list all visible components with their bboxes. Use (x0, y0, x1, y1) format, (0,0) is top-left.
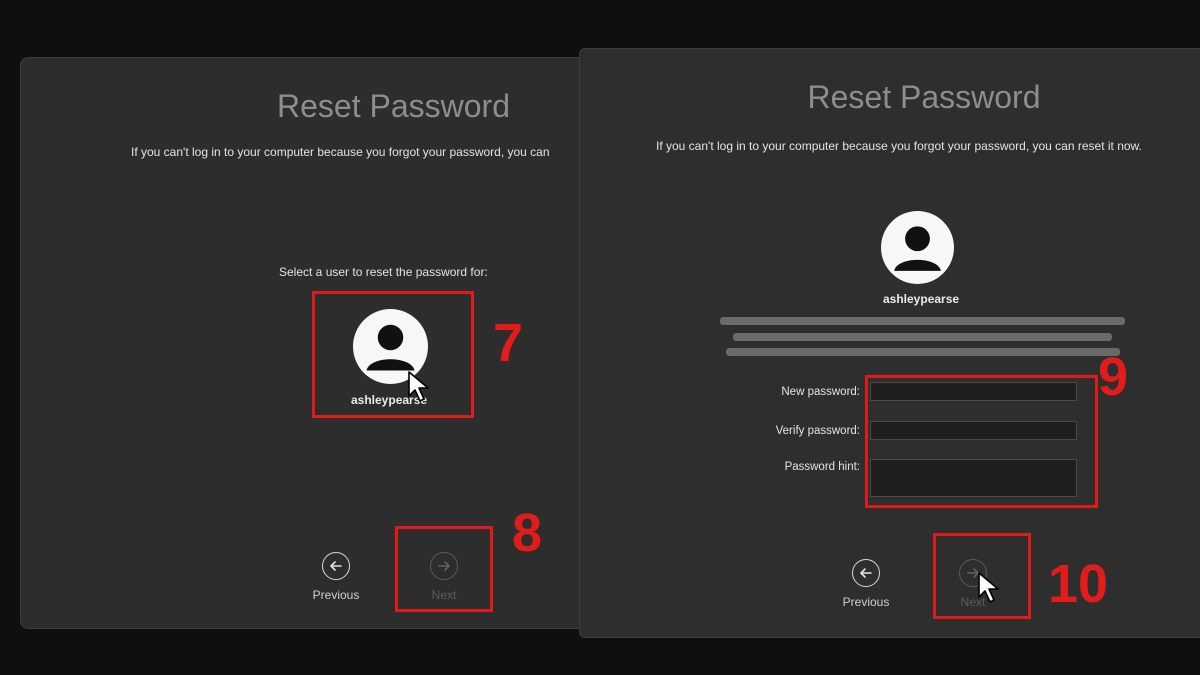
annotation-box-password-fields (865, 375, 1098, 508)
user-name: ashleypearse (883, 292, 960, 306)
arrow-left-icon (852, 559, 880, 587)
previous-button[interactable]: Previous (831, 559, 901, 609)
password-hint-label: Password hint: (784, 461, 860, 473)
annotation-box-select-user (312, 291, 474, 418)
page-subtitle: If you can't log in to your computer bec… (131, 145, 550, 159)
blurred-instruction-line (720, 317, 1125, 325)
step-number-10: 10 (1048, 554, 1109, 614)
reset-password-window-step-9-10: Reset Password If you can't log in to yo… (579, 48, 1200, 638)
annotation-box-next (395, 526, 493, 612)
new-password-label: New password: (781, 386, 860, 398)
blurred-instruction-line (726, 348, 1120, 356)
user-avatar-icon (881, 211, 954, 284)
previous-label: Previous (842, 595, 890, 609)
previous-button[interactable]: Previous (301, 552, 371, 602)
page-subtitle: If you can't log in to your computer bec… (656, 139, 1142, 153)
previous-label: Previous (312, 588, 360, 602)
reset-password-window-step-7-8: Reset Password If you can't log in to yo… (20, 57, 622, 629)
step-number-8: 8 (512, 503, 543, 563)
select-user-prompt: Select a user to reset the password for: (279, 265, 488, 279)
step-number-7: 7 (493, 313, 524, 373)
arrow-left-icon (322, 552, 350, 580)
page-title: Reset Password (807, 79, 1041, 115)
blurred-instruction-line (733, 333, 1112, 341)
verify-password-label: Verify password: (775, 425, 860, 437)
page-title: Reset Password (277, 88, 510, 124)
annotation-box-next (933, 533, 1031, 619)
step-number-9: 9 (1098, 347, 1129, 407)
